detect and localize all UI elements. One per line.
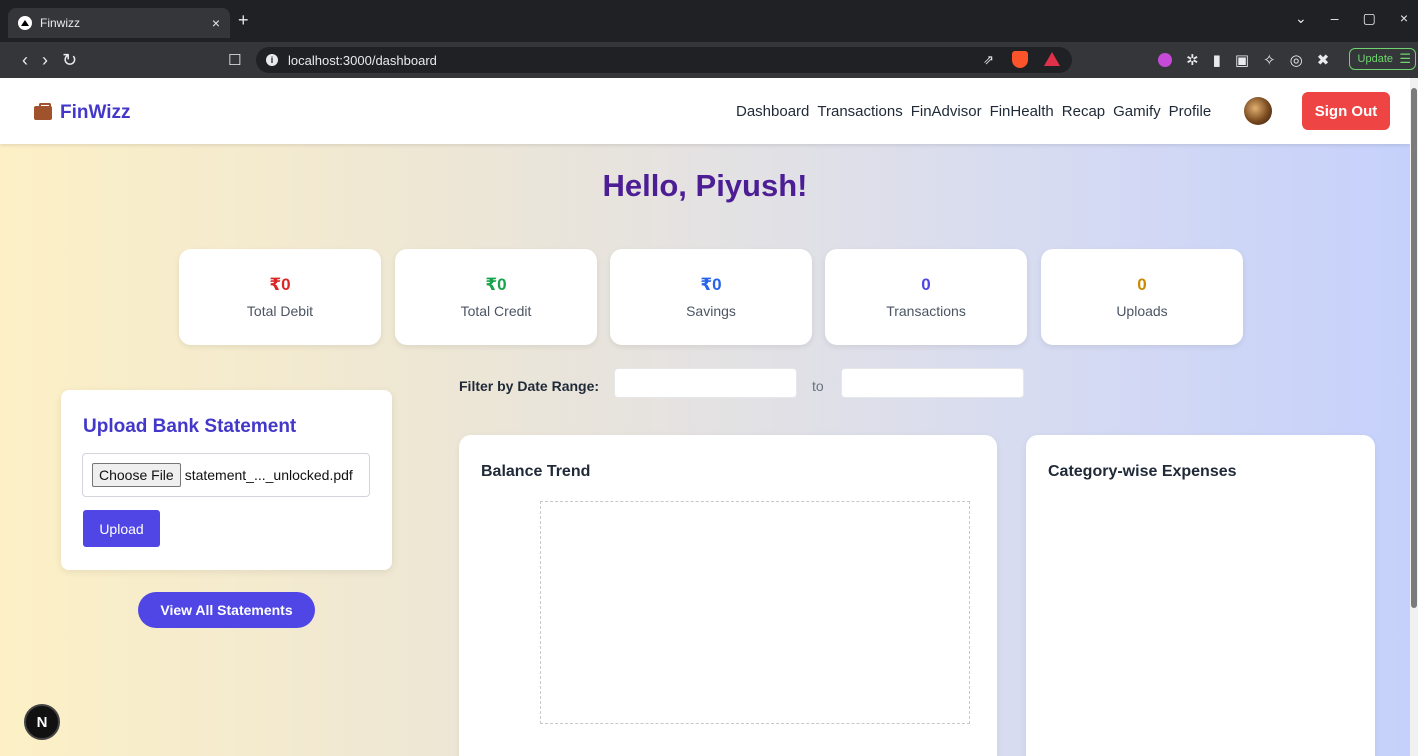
- date-range-to-label: to: [812, 378, 824, 394]
- brave-shields-icon[interactable]: [1012, 51, 1028, 68]
- stat-value: ₹0: [700, 275, 722, 294]
- stat-value: 0: [1137, 275, 1147, 294]
- stat-label: Transactions: [886, 303, 966, 319]
- sidebar-icon[interactable]: ▮: [1213, 51, 1221, 69]
- favicon-icon: [18, 16, 32, 30]
- extension-icon[interactable]: [1158, 53, 1172, 67]
- site-info-icon[interactable]: i: [266, 54, 278, 66]
- forward-icon[interactable]: ›: [42, 50, 48, 71]
- page-scrollbar[interactable]: [1410, 78, 1418, 756]
- leo-ai-icon[interactable]: ✧: [1263, 51, 1276, 69]
- end-date-input[interactable]: [841, 368, 1024, 398]
- url-text[interactable]: localhost:3000/dashboard: [288, 53, 437, 68]
- selected-file-name: statement_..._unlocked.pdf: [184, 467, 353, 483]
- new-tab-button[interactable]: +: [238, 10, 249, 31]
- nav-link-profile[interactable]: Profile: [1169, 103, 1212, 120]
- nav-link-finhealth[interactable]: FinHealth: [990, 103, 1054, 120]
- tab-search-icon[interactable]: ⌄: [1295, 10, 1307, 27]
- share-icon[interactable]: ⇗: [983, 52, 994, 68]
- stat-value: ₹0: [269, 275, 291, 294]
- extension-icons: ✲ ▮ ▣ ✧ ◎ ✖: [1158, 51, 1329, 69]
- maximize-button[interactable]: ▢: [1363, 10, 1376, 27]
- stat-value: 0: [921, 275, 931, 294]
- upload-card-title: Upload Bank Statement: [83, 416, 297, 437]
- nav-links: Dashboard Transactions FinAdvisor FinHea…: [736, 103, 1219, 120]
- tab-close-icon[interactable]: ×: [212, 15, 220, 31]
- address-bar[interactable]: i localhost:3000/dashboard ⇗: [256, 47, 1072, 73]
- balance-trend-chart-area: [540, 501, 970, 724]
- stat-card-uploads: 0 Uploads: [1041, 249, 1243, 345]
- brave-rewards-icon[interactable]: [1044, 52, 1060, 66]
- stat-value: ₹0: [485, 275, 507, 294]
- vpn-icon[interactable]: ◎: [1290, 51, 1303, 69]
- balance-trend-card: Balance Trend: [459, 435, 997, 756]
- stat-card-savings: ₹0 Savings: [610, 249, 812, 345]
- window-controls: ⌄ – ▢ ×: [1295, 10, 1408, 27]
- stat-card-total-credit: ₹0 Total Credit: [395, 249, 597, 345]
- browser-tab-strip: Finwizz × + ⌄ – ▢ ×: [0, 0, 1418, 42]
- briefcase-icon: [34, 103, 52, 120]
- browser-toolbar: ‹ › ↻ ☐ i localhost:3000/dashboard ⇗ ✲ ▮…: [0, 42, 1418, 78]
- browser-tab[interactable]: Finwizz ×: [8, 8, 230, 38]
- stat-label: Savings: [686, 303, 736, 319]
- category-expenses-card: Category-wise Expenses: [1026, 435, 1375, 756]
- upload-statement-card: Upload Bank Statement Choose File statem…: [61, 390, 392, 570]
- stat-label: Uploads: [1116, 303, 1168, 319]
- extensions-puzzle-icon[interactable]: ✲: [1186, 51, 1199, 69]
- upload-button[interactable]: Upload: [83, 510, 160, 547]
- back-icon[interactable]: ‹: [22, 50, 28, 71]
- bookmark-icon[interactable]: ☐: [228, 51, 241, 69]
- dashboard-page: FinWizz Dashboard Transactions FinAdviso…: [0, 78, 1410, 756]
- nav-link-dashboard[interactable]: Dashboard: [736, 103, 809, 120]
- tools-icon[interactable]: ✖: [1317, 51, 1330, 69]
- stat-label: Total Debit: [246, 303, 314, 319]
- app-navbar: FinWizz Dashboard Transactions FinAdviso…: [0, 78, 1410, 144]
- scrollbar-thumb[interactable]: [1411, 88, 1417, 608]
- dev-tools-badge[interactable]: N: [24, 704, 60, 740]
- file-input[interactable]: Choose File statement_..._unlocked.pdf: [82, 453, 370, 497]
- stat-card-transactions: 0 Transactions: [825, 249, 1027, 345]
- choose-file-button[interactable]: Choose File: [92, 463, 181, 487]
- sign-out-button[interactable]: Sign Out: [1302, 92, 1390, 130]
- category-expenses-title: Category-wise Expenses: [1048, 463, 1237, 480]
- tab-title: Finwizz: [40, 16, 81, 30]
- reload-icon[interactable]: ↻: [62, 50, 77, 71]
- view-all-statements-button[interactable]: View All Statements: [138, 592, 315, 628]
- page-title: Hello, Piyush!: [602, 168, 808, 203]
- balance-trend-title: Balance Trend: [481, 463, 591, 480]
- avatar[interactable]: [1244, 97, 1272, 125]
- nav-link-gamify[interactable]: Gamify: [1113, 103, 1161, 120]
- close-window-button[interactable]: ×: [1400, 10, 1408, 27]
- brand-logo[interactable]: FinWizz: [34, 102, 131, 124]
- stat-label: Total Credit: [460, 303, 532, 319]
- minimize-button[interactable]: –: [1331, 10, 1339, 27]
- date-filter-label: Filter by Date Range:: [459, 378, 600, 394]
- start-date-input[interactable]: [614, 368, 797, 398]
- nav-link-finadvisor[interactable]: FinAdvisor: [911, 103, 982, 120]
- wallet-icon[interactable]: ▣: [1235, 51, 1249, 69]
- brand-name: FinWizz: [60, 102, 131, 123]
- update-button[interactable]: Update: [1348, 48, 1416, 70]
- nav-link-recap[interactable]: Recap: [1062, 103, 1105, 120]
- nav-link-transactions[interactable]: Transactions: [817, 103, 902, 120]
- stat-card-total-debit: ₹0 Total Debit: [179, 249, 381, 345]
